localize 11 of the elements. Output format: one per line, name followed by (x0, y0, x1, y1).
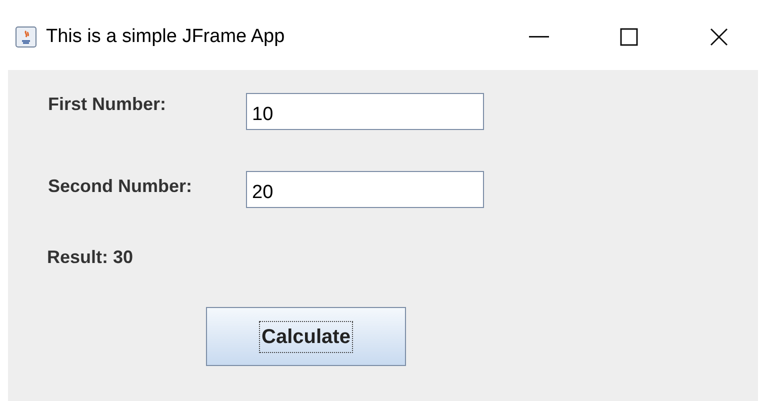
number-field[interactable]: 20 (246, 171, 484, 208)
number-field[interactable]: 10 (246, 93, 484, 130)
window-title: This is a simple JFrame App (46, 24, 285, 49)
field-label: First Number: (47, 93, 168, 115)
close-icon (710, 28, 728, 46)
maximize-icon (620, 28, 638, 46)
field-label: Second Number: (47, 175, 194, 197)
minimize-icon (529, 36, 549, 38)
app-icon (15, 26, 37, 48)
calculate-button[interactable]: Calculate (206, 307, 406, 366)
result-label: Result: 30 (47, 246, 134, 269)
